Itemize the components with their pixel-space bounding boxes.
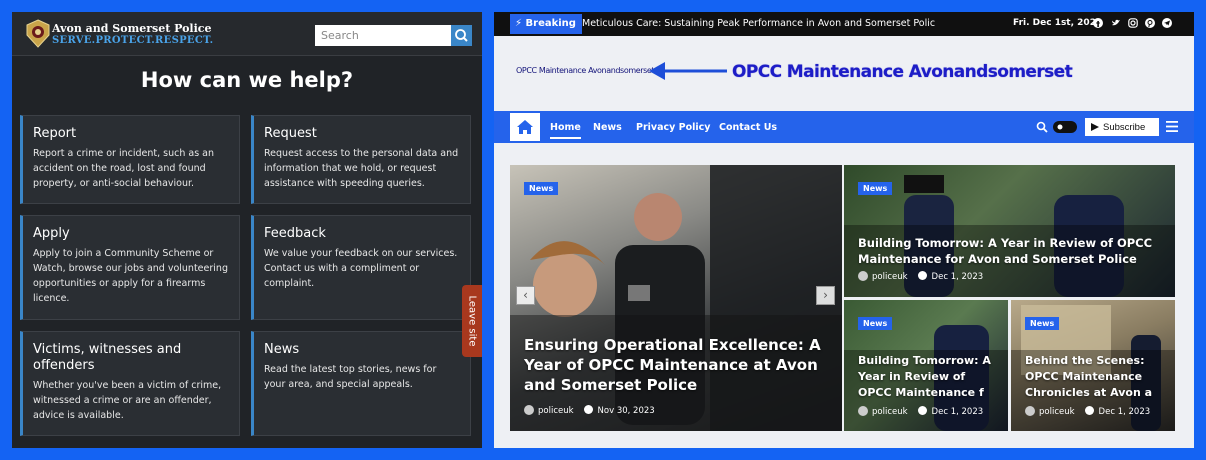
post-date: Nov 30, 2023: [597, 406, 655, 416]
author-avatar: [1025, 406, 1035, 416]
nav-contact-us[interactable]: Contact Us: [719, 122, 777, 133]
nav-home[interactable]: Home: [550, 122, 581, 139]
card-description: We value your feedback on our services. …: [264, 248, 458, 289]
card-victims[interactable]: Victims, witnesses and offenders Whether…: [20, 331, 240, 436]
category-badge[interactable]: News: [858, 182, 893, 195]
card-title: Apply: [33, 226, 70, 241]
card-title: Request: [264, 126, 317, 141]
sun-icon: [1057, 124, 1063, 130]
nav-privacy-policy[interactable]: Privacy Policy: [636, 122, 710, 133]
category-badge[interactable]: News: [858, 317, 893, 330]
slider-next-arrow[interactable]: ›: [816, 286, 835, 305]
breaking-badge: ⚡ Breaking: [510, 14, 582, 34]
home-icon: [517, 120, 533, 134]
brand-name: Avon and Somerset Police: [52, 22, 212, 35]
card-description: Apply to join a Community Scheme or Watc…: [33, 248, 228, 304]
pinterest-icon[interactable]: [1145, 18, 1155, 28]
telegram-icon[interactable]: [1162, 18, 1172, 28]
search-icon[interactable]: [1036, 121, 1048, 133]
twitter-icon[interactable]: [1111, 18, 1121, 28]
breaking-ticker-link[interactable]: Meticulous Care: Sustaining Peak Perform…: [582, 18, 935, 29]
side-post-title[interactable]: Building Tomorrow: A Year in Review of O…: [858, 235, 1158, 267]
card-description: Read the latest top stories, news for yo…: [264, 364, 437, 390]
card-title: Feedback: [264, 226, 326, 241]
hamburger-menu-icon[interactable]: [1166, 121, 1178, 132]
side-post-title[interactable]: Behind the Scenes: OPCC Maintenance Chro…: [1025, 353, 1165, 401]
clock-icon: [583, 405, 593, 414]
search-input[interactable]: [315, 25, 452, 46]
post-author[interactable]: policeuk: [538, 406, 574, 416]
main-navigation: Home News Privacy Policy Contact Us Subs…: [494, 111, 1194, 143]
facebook-icon[interactable]: [1093, 18, 1103, 28]
search-icon: [455, 29, 468, 42]
featured-post[interactable]: News ‹ › Ensuring Operational Excellence…: [510, 165, 842, 431]
card-request[interactable]: Request Request access to the personal d…: [251, 115, 471, 204]
featured-post-title[interactable]: Ensuring Operational Excellence: A Year …: [524, 335, 834, 395]
card-report[interactable]: Report Report a crime or incident, such …: [20, 115, 240, 204]
clock-icon: [917, 271, 927, 280]
card-news[interactable]: News Read the latest top stories, news f…: [251, 331, 471, 436]
home-button[interactable]: [510, 113, 540, 141]
post-meta: policeuk Dec 1, 2023: [858, 271, 983, 282]
site-logo-small[interactable]: OPCC Maintenance Avonandsomerset: [516, 66, 655, 75]
featured-posts-area: News ‹ › Ensuring Operational Excellence…: [494, 143, 1194, 448]
police-help-panel: Avon and Somerset Police SERVE.PROTECT.R…: [12, 12, 482, 448]
card-description: Whether you've been a victim of crime, w…: [33, 380, 222, 421]
leave-site-button[interactable]: Leave site: [462, 285, 482, 357]
post-date: Dec 1, 2023: [1098, 407, 1151, 417]
side-post-2[interactable]: News Building Tomorrow: A Year in Review…: [844, 300, 1008, 431]
leave-site-label: Leave site: [466, 295, 478, 347]
side-post-1[interactable]: News Building Tomorrow: A Year in Review…: [844, 165, 1175, 297]
dark-mode-toggle[interactable]: [1053, 121, 1077, 133]
author-avatar: [858, 271, 868, 281]
card-title: News: [264, 342, 300, 357]
breaking-label: Breaking: [525, 18, 576, 29]
card-apply[interactable]: Apply Apply to join a Community Scheme o…: [20, 215, 240, 320]
post-date: Dec 1, 2023: [931, 407, 984, 417]
post-date: Dec 1, 2023: [931, 272, 984, 282]
card-description: Report a crime or incident, such as an a…: [33, 148, 215, 189]
lightning-icon: ⚡: [515, 18, 523, 29]
card-feedback[interactable]: Feedback We value your feedback on our s…: [251, 215, 471, 320]
clock-icon: [917, 406, 927, 415]
page-title: How can we help?: [140, 68, 354, 92]
instagram-icon[interactable]: [1128, 18, 1138, 28]
post-author[interactable]: policeuk: [1039, 407, 1075, 417]
side-post-title[interactable]: Building Tomorrow: A Year in Review of O…: [858, 353, 998, 401]
nav-news[interactable]: News: [593, 122, 622, 133]
card-description: Request access to the personal data and …: [264, 148, 459, 189]
card-title: Report: [33, 126, 77, 141]
post-author[interactable]: policeuk: [872, 272, 908, 282]
subscribe-label: Subscribe: [1103, 121, 1146, 133]
news-site-panel: ⚡ Breaking Meticulous Care: Sustaining P…: [494, 12, 1194, 448]
author-avatar: [524, 405, 534, 415]
arrow-left-icon: [649, 62, 727, 80]
subscribe-button[interactable]: Subscribe: [1085, 118, 1159, 136]
search-button[interactable]: [451, 25, 472, 46]
side-post-3[interactable]: News Behind the Scenes: OPCC Maintenance…: [1011, 300, 1175, 431]
author-avatar: [858, 406, 868, 416]
post-meta: policeuk Dec 1, 2023: [1025, 406, 1150, 417]
site-logo-annotation: OPCC Maintenance Avonandsomerset: [732, 62, 1073, 82]
top-bar: ⚡ Breaking Meticulous Care: Sustaining P…: [494, 12, 1194, 36]
card-title: Victims, witnesses and offenders: [33, 342, 182, 373]
clock-icon: [1084, 406, 1094, 415]
slider-prev-arrow[interactable]: ‹: [516, 286, 535, 305]
top-date: Fri. Dec 1st, 2023: [1013, 18, 1103, 28]
post-author[interactable]: policeuk: [872, 407, 908, 417]
play-icon: [1091, 123, 1099, 131]
category-badge[interactable]: News: [1025, 317, 1060, 330]
brand-tagline: SERVE.PROTECT.RESPECT.: [52, 35, 214, 46]
police-header: Avon and Somerset Police SERVE.PROTECT.R…: [12, 12, 482, 56]
post-meta: policeuk Nov 30, 2023: [524, 405, 655, 416]
post-meta: policeuk Dec 1, 2023: [858, 406, 983, 417]
category-badge[interactable]: News: [524, 182, 559, 195]
police-crest-logo[interactable]: [24, 19, 52, 49]
site-logo-area: OPCC Maintenance Avonandsomerset OPCC Ma…: [494, 36, 1194, 111]
